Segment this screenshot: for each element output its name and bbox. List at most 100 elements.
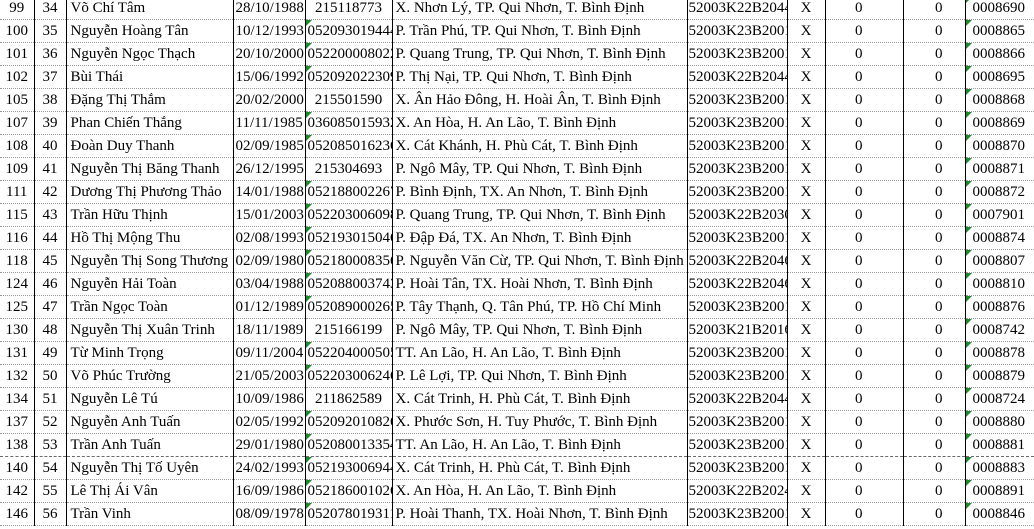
table-cell[interactable]: X: [787, 272, 826, 296]
table-cell[interactable]: 16/09/1986: [233, 479, 306, 503]
table-cell[interactable]: 45: [34, 249, 67, 273]
table-cell[interactable]: X: [787, 134, 826, 158]
table-cell[interactable]: 052089000265: [305, 295, 393, 319]
table-cell[interactable]: 0: [825, 157, 904, 181]
table-cell[interactable]: 0: [903, 42, 966, 66]
table-cell[interactable]: 54: [34, 456, 67, 480]
table-cell[interactable]: 37: [34, 65, 67, 89]
table-cell[interactable]: 0: [903, 65, 966, 89]
table-cell[interactable]: 52003K23B2001: [687, 226, 788, 250]
table-cell[interactable]: 0: [903, 410, 966, 434]
table-cell[interactable]: 0: [903, 157, 966, 181]
table-cell[interactable]: 0008876: [965, 295, 1034, 319]
table-cell[interactable]: 0: [825, 249, 904, 273]
table-cell[interactable]: X: [787, 65, 826, 89]
table-cell[interactable]: 52003K23B2001: [687, 42, 788, 66]
table-cell[interactable]: 0008866: [965, 42, 1034, 66]
table-cell[interactable]: 0: [903, 433, 966, 457]
table-cell[interactable]: 0: [825, 42, 904, 66]
table-cell[interactable]: 52: [34, 410, 67, 434]
table-cell[interactable]: 47: [34, 295, 67, 319]
table-cell[interactable]: 0: [903, 318, 966, 342]
table-cell[interactable]: 0008865: [965, 19, 1034, 43]
table-cell[interactable]: X. Phước Sơn, H. Tuy Phước, T. Bình Định: [392, 410, 688, 434]
table-cell[interactable]: 0008880: [965, 410, 1034, 434]
table-cell[interactable]: 101: [0, 42, 35, 66]
table-cell[interactable]: 0: [903, 456, 966, 480]
table-cell[interactable]: 21/05/2003: [233, 364, 306, 388]
table-cell[interactable]: 052092022309: [305, 65, 393, 89]
table-cell[interactable]: Trần Hữu Thịnh: [66, 203, 234, 227]
table-cell[interactable]: TT. An Lão, H. An Lão, T. Bình Định: [392, 341, 688, 365]
table-cell[interactable]: 18/11/1989: [233, 318, 306, 342]
table-cell[interactable]: 0008883: [965, 456, 1034, 480]
table-cell[interactable]: 0008810: [965, 272, 1034, 296]
table-cell[interactable]: 11/11/1985: [233, 111, 306, 135]
table-cell[interactable]: 211862589: [305, 387, 393, 411]
table-cell[interactable]: 42: [34, 180, 67, 204]
table-cell[interactable]: 0: [903, 88, 966, 112]
table-cell[interactable]: 20/02/2000: [233, 88, 306, 112]
table-cell[interactable]: 52003K23B2001: [687, 502, 788, 526]
table-cell[interactable]: TT. An Lão, H. An Lão, T. Bình Định: [392, 433, 688, 457]
table-cell[interactable]: 0: [825, 410, 904, 434]
table-cell[interactable]: 0: [903, 272, 966, 296]
table-cell[interactable]: Nguyễn Ngọc Thạch: [66, 42, 234, 66]
table-cell[interactable]: 0: [825, 272, 904, 296]
table-cell[interactable]: 215166199: [305, 318, 393, 342]
table-cell[interactable]: X. Nhơn Lý, TP. Qui Nhơn, T. Bình Định: [392, 0, 688, 20]
table-cell[interactable]: P. Trần Phú, TP. Qui Nhơn, T. Bình Định: [392, 19, 688, 43]
table-cell[interactable]: 0: [903, 19, 966, 43]
table-cell[interactable]: P. Đập Đá, TX. An Nhơn, T. Bình Định: [392, 226, 688, 250]
table-cell[interactable]: 0008807: [965, 249, 1034, 273]
table-cell[interactable]: P. Hoài Tân, TX. Hoài Nhơn, T. Bình Định: [392, 272, 688, 296]
table-cell[interactable]: 26/12/1995: [233, 157, 306, 181]
table-cell[interactable]: 0: [825, 341, 904, 365]
table-cell[interactable]: X: [787, 42, 826, 66]
table-cell[interactable]: 50: [34, 364, 67, 388]
table-cell[interactable]: X: [787, 364, 826, 388]
table-cell[interactable]: 0: [825, 88, 904, 112]
table-cell[interactable]: X: [787, 203, 826, 227]
table-cell[interactable]: 41: [34, 157, 67, 181]
table-cell[interactable]: 052080013354: [305, 433, 393, 457]
table-cell[interactable]: 52003K23B2001: [687, 88, 788, 112]
table-cell[interactable]: 0007901: [965, 203, 1034, 227]
table-cell[interactable]: Võ Phúc Trường: [66, 364, 234, 388]
table-cell[interactable]: 52003K22B2046: [687, 272, 788, 296]
table-cell[interactable]: 0: [825, 0, 904, 20]
table-cell[interactable]: 08/09/1978: [233, 502, 306, 526]
table-cell[interactable]: 38: [34, 88, 67, 112]
table-cell[interactable]: 15/06/1992: [233, 65, 306, 89]
table-cell[interactable]: 52003K22B2044: [687, 65, 788, 89]
table-cell[interactable]: 052180008356: [305, 249, 393, 273]
table-cell[interactable]: 52003K21B2016: [687, 318, 788, 342]
table-cell[interactable]: Nguyễn Lê Tú: [66, 387, 234, 411]
table-cell[interactable]: 28/10/1988: [233, 0, 306, 20]
table-cell[interactable]: X: [787, 433, 826, 457]
table-cell[interactable]: X. Cát Trinh, H. Phù Cát, T. Bình Định: [392, 387, 688, 411]
table-cell[interactable]: 052093019444: [305, 19, 393, 43]
table-cell[interactable]: 52003K23B2001: [687, 364, 788, 388]
table-cell[interactable]: 10/12/1993: [233, 19, 306, 43]
table-cell[interactable]: 03/04/1988: [233, 272, 306, 296]
table-cell[interactable]: 0008695: [965, 65, 1034, 89]
table-cell[interactable]: 52003K23B2001: [687, 410, 788, 434]
table-cell[interactable]: 142: [0, 479, 35, 503]
table-cell[interactable]: 52003K23B2001: [687, 341, 788, 365]
table-cell[interactable]: 52003K22B2046: [687, 249, 788, 273]
table-cell[interactable]: 0: [903, 479, 966, 503]
table-cell[interactable]: 49: [34, 341, 67, 365]
table-cell[interactable]: 02/05/1992: [233, 410, 306, 434]
table-cell[interactable]: 115: [0, 203, 35, 227]
table-cell[interactable]: 105: [0, 88, 35, 112]
table-cell[interactable]: 29/01/1980: [233, 433, 306, 457]
table-cell[interactable]: 0008872: [965, 180, 1034, 204]
table-cell[interactable]: Hồ Thị Mộng Thu: [66, 226, 234, 250]
table-cell[interactable]: X: [787, 226, 826, 250]
table-cell[interactable]: 146: [0, 502, 35, 526]
table-cell[interactable]: 52003K23B2001: [687, 111, 788, 135]
table-cell[interactable]: 0: [903, 111, 966, 135]
table-cell[interactable]: 0008690: [965, 0, 1034, 20]
table-cell[interactable]: X: [787, 88, 826, 112]
